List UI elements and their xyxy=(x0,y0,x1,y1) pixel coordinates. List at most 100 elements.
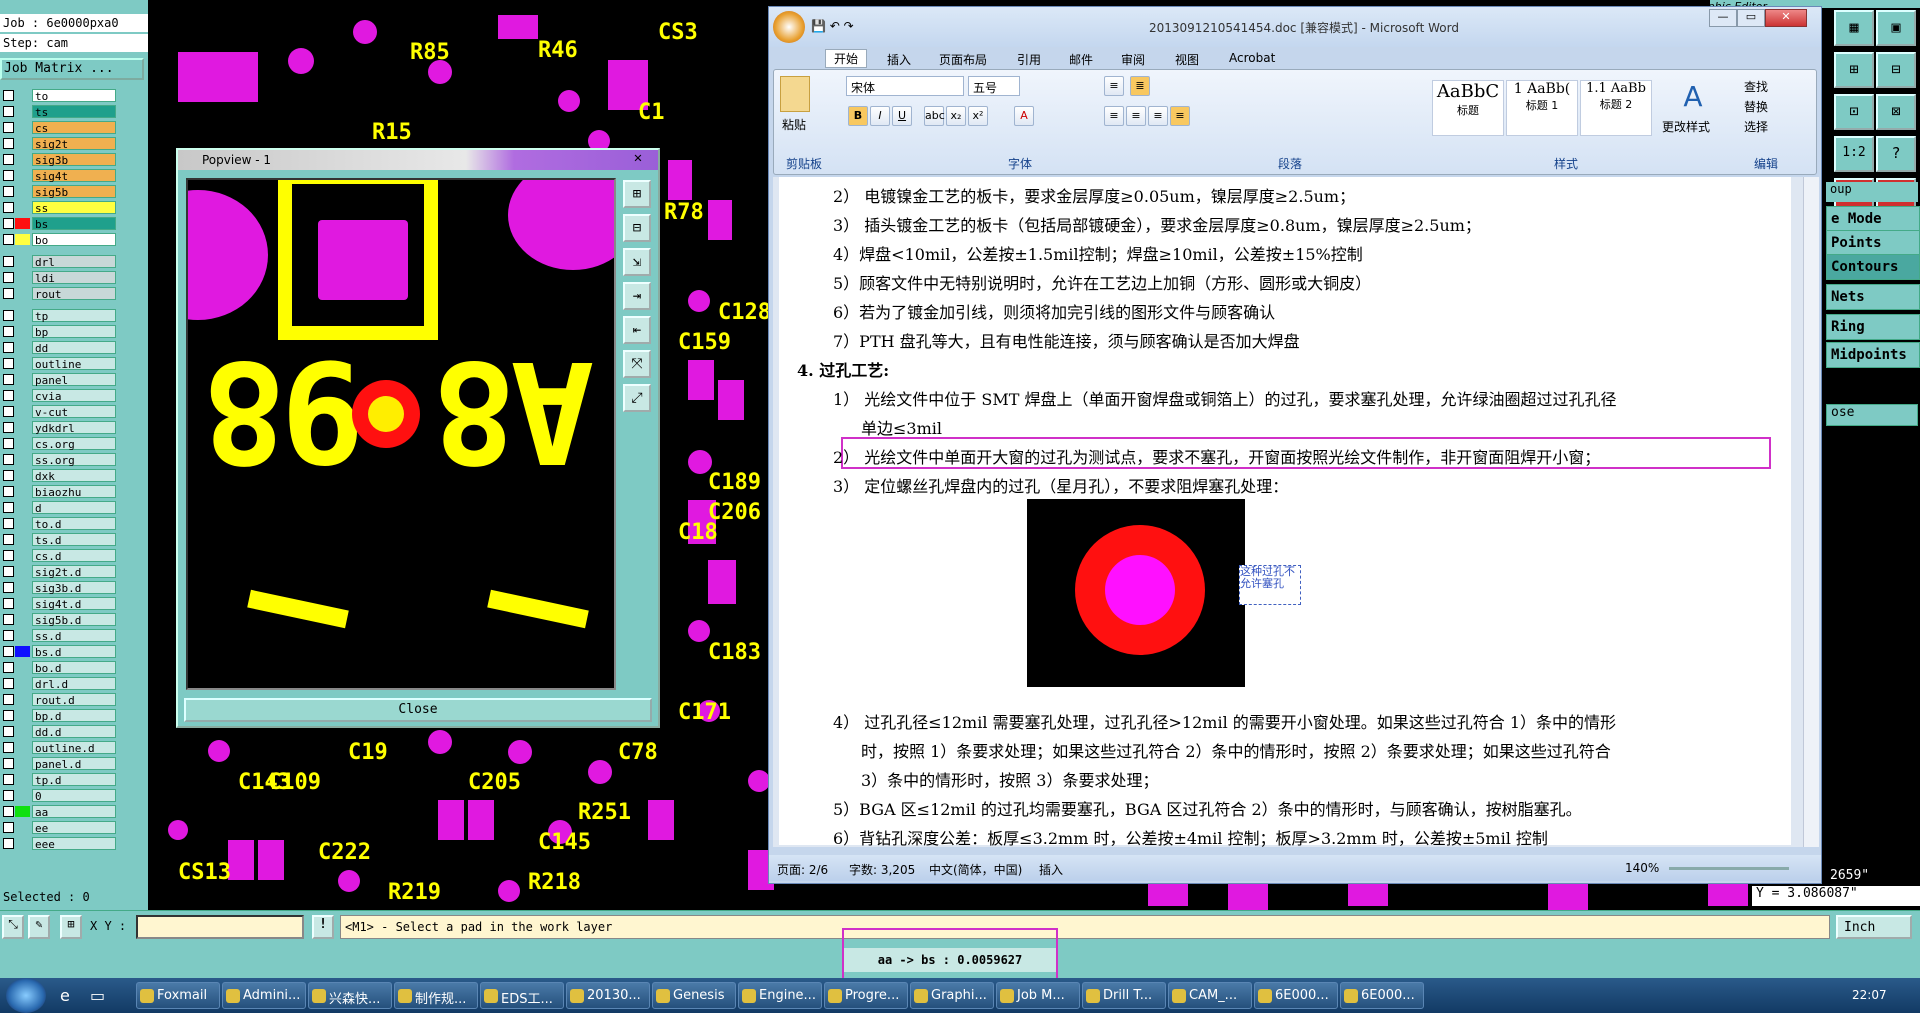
layer-color-swatch[interactable] xyxy=(15,342,30,353)
layer-checkbox[interactable] xyxy=(3,678,14,689)
taskbar-item[interactable]: Admini... xyxy=(222,982,306,1009)
layer-row[interactable]: bs.d xyxy=(0,644,148,659)
layer-color-swatch[interactable] xyxy=(15,218,30,229)
popview-canvas[interactable]: 98 A8 xyxy=(186,178,616,690)
layer-name[interactable]: panel.d xyxy=(32,757,116,771)
layer-checkbox[interactable] xyxy=(3,502,14,513)
italic-button[interactable]: I xyxy=(870,106,890,126)
layer-row[interactable]: ee xyxy=(0,820,148,835)
popview-expand-button[interactable]: ⤢ xyxy=(623,384,651,412)
minimize-button[interactable]: — xyxy=(1709,9,1737,27)
layer-row[interactable]: sig2t xyxy=(0,136,148,151)
layer-color-swatch[interactable] xyxy=(15,614,30,625)
popview-zoom-in-button[interactable]: ⊞ xyxy=(623,180,651,208)
font-name-select[interactable]: 宋体 xyxy=(846,76,964,96)
layer-color-swatch[interactable] xyxy=(15,582,30,593)
maximize-button[interactable]: ▭ xyxy=(1737,9,1765,27)
layer-name[interactable]: cs.d xyxy=(32,549,116,563)
layer-color-swatch[interactable] xyxy=(15,806,30,817)
numbering-button[interactable]: ≣ xyxy=(1130,76,1150,96)
layer-checkbox[interactable] xyxy=(3,138,14,149)
layer-name[interactable]: bo xyxy=(32,233,116,247)
layer-name[interactable]: ts xyxy=(32,105,116,119)
layer-row[interactable]: sig4t xyxy=(0,168,148,183)
layer-row[interactable]: bo.d xyxy=(0,660,148,675)
taskbar-item[interactable]: 兴森快... xyxy=(308,982,392,1009)
tool-icon[interactable]: ⤡ xyxy=(2,915,24,939)
layer-color-swatch[interactable] xyxy=(15,758,30,769)
layer-checkbox[interactable] xyxy=(3,374,14,385)
layer-row[interactable]: ts.d xyxy=(0,532,148,547)
bold-button[interactable]: B xyxy=(848,106,868,126)
layer-color-swatch[interactable] xyxy=(15,422,30,433)
layer-row[interactable]: biaozhu xyxy=(0,484,148,499)
layer-name[interactable]: ss xyxy=(32,201,116,215)
tool-button[interactable]: ⊟ xyxy=(1876,52,1916,88)
popview-measure-button[interactable]: ⤧ xyxy=(623,350,651,378)
layer-checkbox[interactable] xyxy=(3,310,14,321)
layer-checkbox[interactable] xyxy=(3,534,14,545)
layer-name[interactable]: rout xyxy=(32,287,116,301)
layer-checkbox[interactable] xyxy=(3,390,14,401)
layer-checkbox[interactable] xyxy=(3,822,14,833)
layer-name[interactable]: to xyxy=(32,89,116,103)
status-page[interactable]: 页面: 2/6 xyxy=(777,861,828,878)
tab-layout[interactable]: 页面布局 xyxy=(939,51,987,68)
popview-fit-button[interactable]: ⇥ xyxy=(623,282,651,310)
snap-midpoints[interactable]: Midpoints xyxy=(1826,342,1920,368)
layer-row[interactable]: dd.d xyxy=(0,724,148,739)
status-mode[interactable]: 插入 xyxy=(1039,861,1063,878)
layer-row[interactable]: dd xyxy=(0,340,148,355)
layer-checkbox[interactable] xyxy=(3,454,14,465)
zoom-slider[interactable] xyxy=(1669,867,1789,870)
taskbar-item[interactable]: CAM_... xyxy=(1168,982,1252,1009)
layer-color-swatch[interactable] xyxy=(15,518,30,529)
layer-color-swatch[interactable] xyxy=(15,838,30,849)
layer-checkbox[interactable] xyxy=(3,566,14,577)
layer-row[interactable]: cs.d xyxy=(0,548,148,563)
layer-name[interactable]: bp xyxy=(32,325,116,339)
document-area[interactable]: 2） 电镀镍金工艺的板卡，要求金层厚度≥0.05um，镍层厚度≥2.5um； 3… xyxy=(773,177,1803,848)
layer-color-swatch[interactable] xyxy=(15,438,30,449)
layer-row[interactable]: ts xyxy=(0,104,148,119)
layer-name[interactable]: bo.d xyxy=(32,661,116,675)
layer-color-swatch[interactable] xyxy=(15,326,30,337)
tool-button[interactable]: ⊡ xyxy=(1834,94,1874,130)
layer-color-swatch[interactable] xyxy=(15,646,30,657)
layer-checkbox[interactable] xyxy=(3,326,14,337)
layer-checkbox[interactable] xyxy=(3,694,14,705)
layer-color-swatch[interactable] xyxy=(15,154,30,165)
layer-name[interactable]: ee xyxy=(32,821,116,835)
layer-name[interactable]: sig4t.d xyxy=(32,597,116,611)
layer-row[interactable]: aa xyxy=(0,804,148,819)
tab-acrobat[interactable]: Acrobat xyxy=(1229,51,1275,65)
layer-name[interactable]: cs.org xyxy=(32,437,116,451)
info-button[interactable]: ! xyxy=(312,915,334,939)
layer-checkbox[interactable] xyxy=(3,726,14,737)
status-words[interactable]: 字数: 3,205 xyxy=(849,861,915,878)
layer-name[interactable]: bs.d xyxy=(32,645,116,659)
close-button[interactable]: ✕ xyxy=(1765,9,1807,27)
layer-row[interactable]: d xyxy=(0,500,148,515)
layer-color-swatch[interactable] xyxy=(15,106,30,117)
tab-mailings[interactable]: 邮件 xyxy=(1069,51,1093,68)
layer-checkbox[interactable] xyxy=(3,256,14,267)
layer-name[interactable]: dxk xyxy=(32,469,116,483)
job-matrix-button[interactable]: Job Matrix ... xyxy=(0,58,144,80)
layer-name[interactable]: sig3b xyxy=(32,153,116,167)
layer-color-swatch[interactable] xyxy=(15,566,30,577)
layer-name[interactable]: ss.d xyxy=(32,629,116,643)
layer-checkbox[interactable] xyxy=(3,170,14,181)
layer-checkbox[interactable] xyxy=(3,774,14,785)
layer-name[interactable]: tp.d xyxy=(32,773,116,787)
layer-color-swatch[interactable] xyxy=(15,678,30,689)
layer-name[interactable]: sig5b.d xyxy=(32,613,116,627)
layer-row[interactable]: 0 xyxy=(0,788,148,803)
layer-color-swatch[interactable] xyxy=(15,374,30,385)
layer-color-swatch[interactable] xyxy=(15,310,30,321)
layer-row[interactable]: ss xyxy=(0,200,148,215)
layer-name[interactable]: ss.org xyxy=(32,453,116,467)
layer-checkbox[interactable] xyxy=(3,630,14,641)
layer-checkbox[interactable] xyxy=(3,422,14,433)
layer-color-swatch[interactable] xyxy=(15,138,30,149)
